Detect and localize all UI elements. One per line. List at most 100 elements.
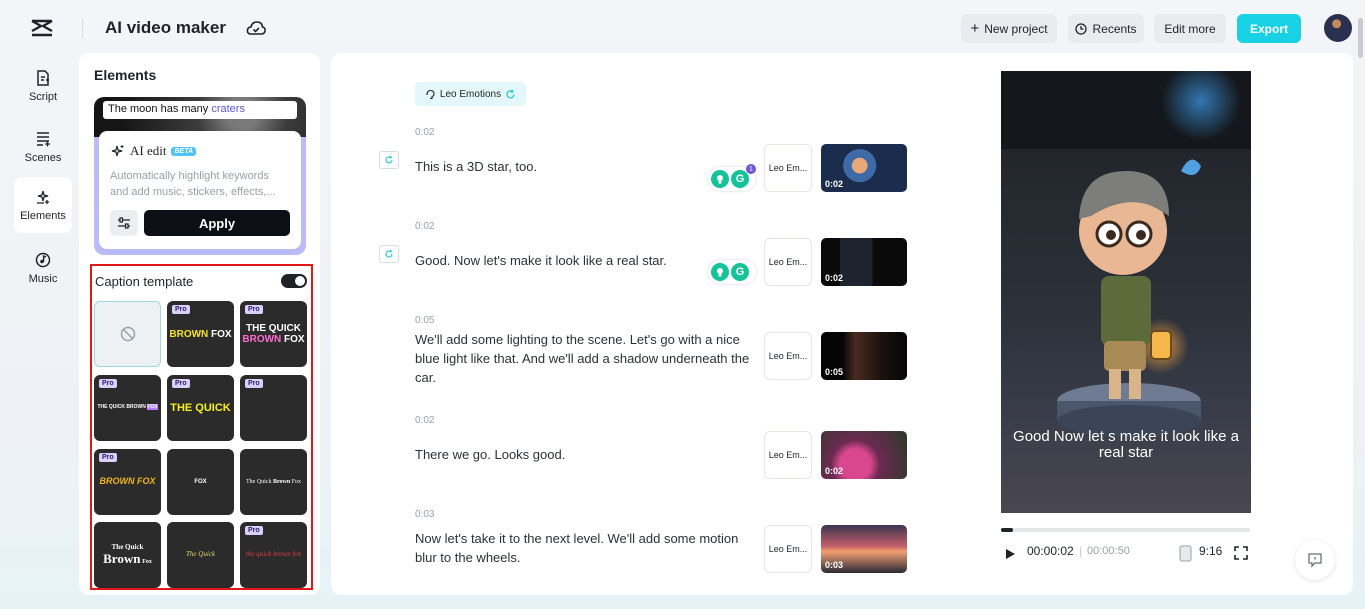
template-quick-brown-pink[interactable]: Pro THE QUICKBROWN FOX <box>240 301 307 367</box>
scene-script-text[interactable]: Now let's take it to the next level. We'… <box>415 529 755 567</box>
ai-edit-description: Automatically highlight keywords and add… <box>110 168 290 200</box>
nav-music-label: Music <box>29 273 58 285</box>
ai-edit-label: AI edit <box>130 143 166 159</box>
moon-caption-text: The moon has many <box>108 103 211 115</box>
scene-thumbnail[interactable]: 0:03 <box>821 525 907 573</box>
beta-badge: BETA <box>171 147 196 156</box>
template-preview-text: The QuickBrown Fox <box>103 544 152 566</box>
template-brown-fox-italic[interactable]: Pro BROWN FOX <box>94 449 161 515</box>
page-scrollbar[interactable] <box>1358 18 1363 58</box>
refresh-icon <box>505 89 516 100</box>
regenerate-button[interactable] <box>379 245 399 263</box>
pro-badge: Pro <box>99 379 117 388</box>
preview-caption: Good Now let s make it look like a real … <box>1001 429 1251 461</box>
recents-label: Recents <box>1092 22 1136 36</box>
cloud-sync-icon[interactable] <box>246 19 266 37</box>
progress-fill <box>1001 528 1013 532</box>
pro-badge: Pro <box>245 526 263 535</box>
scene-script-text[interactable]: There we go. Looks good. <box>415 445 755 464</box>
playback-progress-bar[interactable] <box>1001 528 1250 532</box>
template-fox-small[interactable]: FOX <box>167 449 234 515</box>
new-project-label: New project <box>984 22 1047 36</box>
regenerate-button[interactable] <box>379 151 399 169</box>
feedback-button[interactable] <box>1295 540 1335 580</box>
scene-time: 0:03 <box>415 509 434 520</box>
pro-badge: Pro <box>172 379 190 388</box>
nav-scenes[interactable]: Scenes <box>14 119 72 175</box>
divider <box>82 18 83 38</box>
aspect-ratio-icon[interactable] <box>1179 545 1192 562</box>
voice-selector[interactable]: Leo Emotions <box>415 82 526 106</box>
pro-badge: Pro <box>172 305 190 314</box>
edit-more-label: Edit more <box>1164 22 1215 36</box>
elements-panel: Elements The moon has many craters AI ed… <box>79 53 320 595</box>
template-serif-stacked[interactable]: The QuickBrown Fox <box>94 522 161 588</box>
template-script-red[interactable]: Pro the quick brown fox <box>240 522 307 588</box>
recents-button[interactable]: Recents <box>1068 14 1144 43</box>
scene-script-text[interactable]: We'll add some lighting to the scene. Le… <box>415 330 755 387</box>
sliders-icon <box>117 217 131 229</box>
voice-box[interactable]: Leo Em... <box>764 431 812 479</box>
nav-script[interactable]: Script <box>14 58 72 114</box>
template-preview-text: FOX <box>194 479 206 486</box>
template-brown-fox-yellow[interactable]: Pro BROWN FOX <box>167 301 234 367</box>
new-project-button[interactable]: + New project <box>961 14 1057 43</box>
apply-button[interactable]: Apply <box>144 210 290 236</box>
aspect-ratio-label[interactable]: 9:16 <box>1199 544 1222 558</box>
nav-scenes-label: Scenes <box>25 152 62 164</box>
clock-icon <box>1075 23 1087 35</box>
avatar[interactable] <box>1324 14 1352 42</box>
scene-script-text[interactable]: This is a 3D star, too. <box>415 157 755 176</box>
ai-sparkle-icon <box>110 144 125 159</box>
moon-caption-sample: The moon has many craters <box>103 101 297 119</box>
no-template-icon <box>120 326 136 342</box>
video-preview[interactable]: Good Now let s make it look like a real … <box>1001 71 1251 513</box>
ai-edit-header: AI edit BETA <box>110 143 196 159</box>
total-time: 00:00:50 <box>1087 545 1130 557</box>
scene-thumbnail[interactable]: 0:02 <box>821 144 907 192</box>
voice-box[interactable]: Leo Em... <box>764 525 812 573</box>
moon-caption-highlight: craters <box>211 103 245 115</box>
fullscreen-icon[interactable] <box>1234 546 1248 560</box>
scene-thumbnail[interactable]: 0:02 <box>821 238 907 286</box>
template-script-yellow[interactable]: The Quick <box>167 522 234 588</box>
caption-template-toggle[interactable] <box>281 274 307 288</box>
panel-title: Elements <box>94 67 156 83</box>
scene-duration: 0:02 <box>825 273 843 283</box>
ai-settings-button[interactable] <box>110 210 138 236</box>
voice-box[interactable]: Leo Em... <box>764 332 812 380</box>
export-button[interactable]: Export <box>1237 14 1301 43</box>
scene-script-text[interactable]: Good. Now let's make it look like a real… <box>415 251 755 270</box>
template-blank-pro[interactable]: Pro <box>240 375 307 441</box>
script-icon <box>34 69 52 87</box>
voice-icon <box>425 89 436 100</box>
scenes-icon <box>34 130 52 148</box>
current-time: 00:00:02 <box>1027 544 1074 558</box>
capcut-logo-icon[interactable] <box>30 16 54 40</box>
scene-thumbnail[interactable]: 0:05 <box>821 332 907 380</box>
template-serif-line[interactable]: The Quick Brown Fox <box>240 449 307 515</box>
voice-box[interactable]: Leo Em... <box>764 238 812 286</box>
scene-time: 0:02 <box>415 415 434 426</box>
template-none[interactable] <box>94 301 161 367</box>
voice-box[interactable]: Leo Em... <box>764 144 812 192</box>
nav-music[interactable]: Music <box>14 240 72 296</box>
template-the-quick-yellow[interactable]: Pro THE QUICK <box>167 375 234 441</box>
nav-script-label: Script <box>29 91 57 103</box>
grammarly-widget[interactable]: G <box>708 260 756 284</box>
scene-thumbnail[interactable]: 0:02 <box>821 431 907 479</box>
pro-badge: Pro <box>245 305 263 314</box>
template-small-highlight[interactable]: Pro THE QUICK BROWN FOX <box>94 375 161 441</box>
scene-duration: 0:03 <box>825 560 843 570</box>
nav-elements[interactable]: Elements <box>14 177 72 233</box>
feedback-icon <box>1307 552 1323 568</box>
page-title: AI video maker <box>105 18 226 38</box>
template-preview-text: BROWN FOX <box>169 329 231 340</box>
play-icon[interactable] <box>1004 548 1016 560</box>
template-preview-text: The Quick Brown Fox <box>246 479 301 486</box>
grammarly-widget[interactable]: G 1 <box>708 167 756 191</box>
lightbulb-icon <box>711 170 729 188</box>
scene-duration: 0:02 <box>825 179 843 189</box>
scene-time: 0:02 <box>415 127 434 138</box>
edit-more-button[interactable]: Edit more <box>1154 14 1226 43</box>
